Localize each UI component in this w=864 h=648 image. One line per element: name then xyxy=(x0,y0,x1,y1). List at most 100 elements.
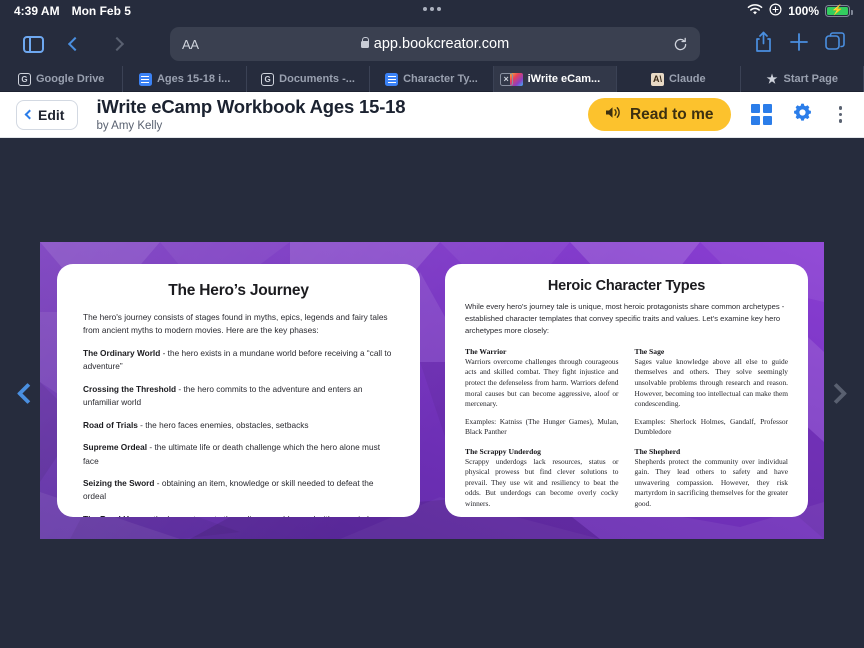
archetype-desc: Shepherds protect the community over ind… xyxy=(634,456,789,508)
previous-page-button[interactable] xyxy=(6,374,44,412)
next-page-button[interactable] xyxy=(820,374,858,412)
archetype-name: The Scrappy Underdog xyxy=(465,446,541,456)
location-icon xyxy=(769,3,782,19)
tab-google-drive[interactable]: G Google Drive xyxy=(0,66,124,92)
google-drive-icon: G xyxy=(17,72,31,86)
tab-claude[interactable]: A\ Claude xyxy=(617,66,741,92)
status-date: Mon Feb 5 xyxy=(71,4,131,18)
book-title-block: iWrite eCamp Workbook Ages 15-18 by Amy … xyxy=(96,96,406,132)
battery-charging-icon: ⚡ xyxy=(825,5,853,17)
archetype-item: The Shepherd Shepherds protect the commu… xyxy=(635,447,789,517)
close-icon[interactable]: × xyxy=(499,72,513,86)
toolbar-actions xyxy=(754,31,850,58)
archetype-column-left: The Warrior Warriors overcome challenges… xyxy=(465,347,619,517)
phase-name: The Road Home xyxy=(83,514,146,517)
archetype-desc: Warriors overcome challenges through cou… xyxy=(465,356,619,409)
phase-name: The Ordinary World xyxy=(83,347,161,358)
app-header: Edit iWrite eCamp Workbook Ages 15-18 by… xyxy=(0,92,864,138)
document-icon xyxy=(385,72,399,86)
gear-icon[interactable] xyxy=(792,102,813,128)
right-page-title: Heroic Character Types xyxy=(547,278,706,294)
phase-name: Supreme Ordeal xyxy=(83,442,148,453)
archetype-item: The Warrior Warriors overcome challenges… xyxy=(465,347,619,438)
tab-overview-icon[interactable] xyxy=(825,31,846,57)
speaker-icon xyxy=(605,105,622,125)
tab-strip: G Google Drive Ages 15-18 i... G Documen… xyxy=(0,66,864,92)
left-page-intro: The hero's journey consists of stages fo… xyxy=(83,312,388,336)
phase-desc: - the hero faces enemies, obstacles, set… xyxy=(137,419,309,430)
book-page-left[interactable]: The Hero’s Journey The hero's journey co… xyxy=(57,264,420,517)
book-stage: The Hero’s Journey The hero's journey co… xyxy=(0,138,864,648)
plus-icon[interactable] xyxy=(789,32,809,57)
read-to-me-button[interactable]: Read to me xyxy=(587,98,731,131)
left-page-body: The hero's journey consists of stages fo… xyxy=(83,311,394,517)
status-time: 4:39 AM xyxy=(14,4,60,18)
archetype-name: The Shepherd xyxy=(634,446,681,456)
chevron-left-icon xyxy=(16,382,39,404)
phase-name: Seizing the Sword xyxy=(83,477,155,488)
tab-character-types[interactable]: Character Ty... xyxy=(370,66,494,92)
chevron-right-icon xyxy=(825,382,848,404)
phase-item: Supreme Ordeal - the ultimate life or de… xyxy=(83,441,394,468)
app-header-actions: Read to me xyxy=(587,98,849,131)
phase-item: Road of Trials - the hero faces enemies,… xyxy=(83,419,394,432)
claude-icon: A\ xyxy=(650,72,664,86)
url-display: app.bookcreator.com xyxy=(170,36,700,52)
phase-item: Seizing the Sword - obtaining an item, k… xyxy=(83,477,394,504)
sidebar-toggle-button[interactable] xyxy=(14,27,52,61)
phase-item: The Road Home - the hero returns to the … xyxy=(83,513,394,517)
tab-label: Start Page xyxy=(783,73,838,85)
archetype-desc: Sages value knowledge above all else to … xyxy=(634,356,789,409)
status-right: 100% ⚡ xyxy=(747,3,853,19)
share-icon[interactable] xyxy=(754,31,773,58)
url-text: app.bookcreator.com xyxy=(373,36,510,52)
tab-start-page[interactable]: ★ Start Page xyxy=(741,66,864,92)
archetype-examples: Examples: Robin Hood, Obi Wan Kenobi, Je… xyxy=(635,516,789,517)
lock-icon xyxy=(360,36,370,48)
wifi-icon xyxy=(747,3,763,19)
tab-documents[interactable]: G Documents -... xyxy=(247,66,371,92)
google-docs-icon: G xyxy=(261,72,275,86)
phase-name: Road of Trials xyxy=(83,419,138,430)
book-author: by Amy Kelly xyxy=(96,119,163,132)
document-icon xyxy=(138,72,152,86)
tab-label: iWrite eCam... xyxy=(527,73,601,85)
forward-button[interactable] xyxy=(98,27,136,61)
reload-icon[interactable] xyxy=(673,37,688,52)
browser-toolbar: AA app.bookcreator.com xyxy=(0,22,864,66)
battery-percent: 100% xyxy=(788,4,819,18)
page-title: iWrite eCamp Workbook Ages 15-18 xyxy=(96,96,406,118)
book-spread: The Hero’s Journey The hero's journey co… xyxy=(40,242,824,539)
status-bar: 4:39 AM Mon Feb 5 100% ⚡ xyxy=(0,0,864,22)
edit-button[interactable]: Edit xyxy=(16,99,79,130)
book-page-right[interactable]: Heroic Character Types While every hero'… xyxy=(445,264,808,517)
dynamic-island-dots xyxy=(423,7,441,11)
edit-button-label: Edit xyxy=(38,106,65,123)
tab-label: Google Drive xyxy=(35,73,105,85)
archetype-column-right: The Sage Sages value knowledge above all… xyxy=(635,347,789,517)
back-button[interactable] xyxy=(56,27,94,61)
screen: 4:39 AM Mon Feb 5 100% ⚡ AA app.bookcrea… xyxy=(0,0,864,648)
text-size-button[interactable]: AA xyxy=(182,37,199,52)
sidebar-toggle-icon xyxy=(22,35,44,53)
phase-item: The Ordinary World - the hero exists in … xyxy=(83,347,394,374)
page-grid-icon[interactable] xyxy=(750,104,772,125)
archetype-name: The Sage xyxy=(634,346,665,356)
back-chevron-icon xyxy=(67,36,83,52)
tab-label: Claude xyxy=(668,73,706,85)
star-icon: ★ xyxy=(766,72,778,86)
status-left: 4:39 AM Mon Feb 5 xyxy=(14,4,131,18)
tab-ages-15-18[interactable]: Ages 15-18 i... xyxy=(123,66,247,92)
archetype-item: The Sage Sages value knowledge above all… xyxy=(635,347,789,438)
more-vertical-icon[interactable] xyxy=(833,104,849,125)
archetype-examples: Examples: Harry Potter, Luke Skywalker, … xyxy=(465,516,619,517)
tab-label: Documents -... xyxy=(279,73,355,85)
archetype-name: The Warrior xyxy=(465,346,507,356)
forward-chevron-icon xyxy=(109,36,125,52)
tab-iwrite-ecamp[interactable]: × iWrite eCam... xyxy=(493,66,618,92)
phase-item: Crossing the Threshold - the hero commit… xyxy=(83,383,394,410)
right-page-intro: While every hero's journey tale is uniqu… xyxy=(465,302,785,335)
archetype-columns: The Warrior Warriors overcome challenges… xyxy=(465,347,788,517)
address-bar[interactable]: AA app.bookcreator.com xyxy=(170,27,700,61)
read-to-me-label: Read to me xyxy=(629,105,714,123)
